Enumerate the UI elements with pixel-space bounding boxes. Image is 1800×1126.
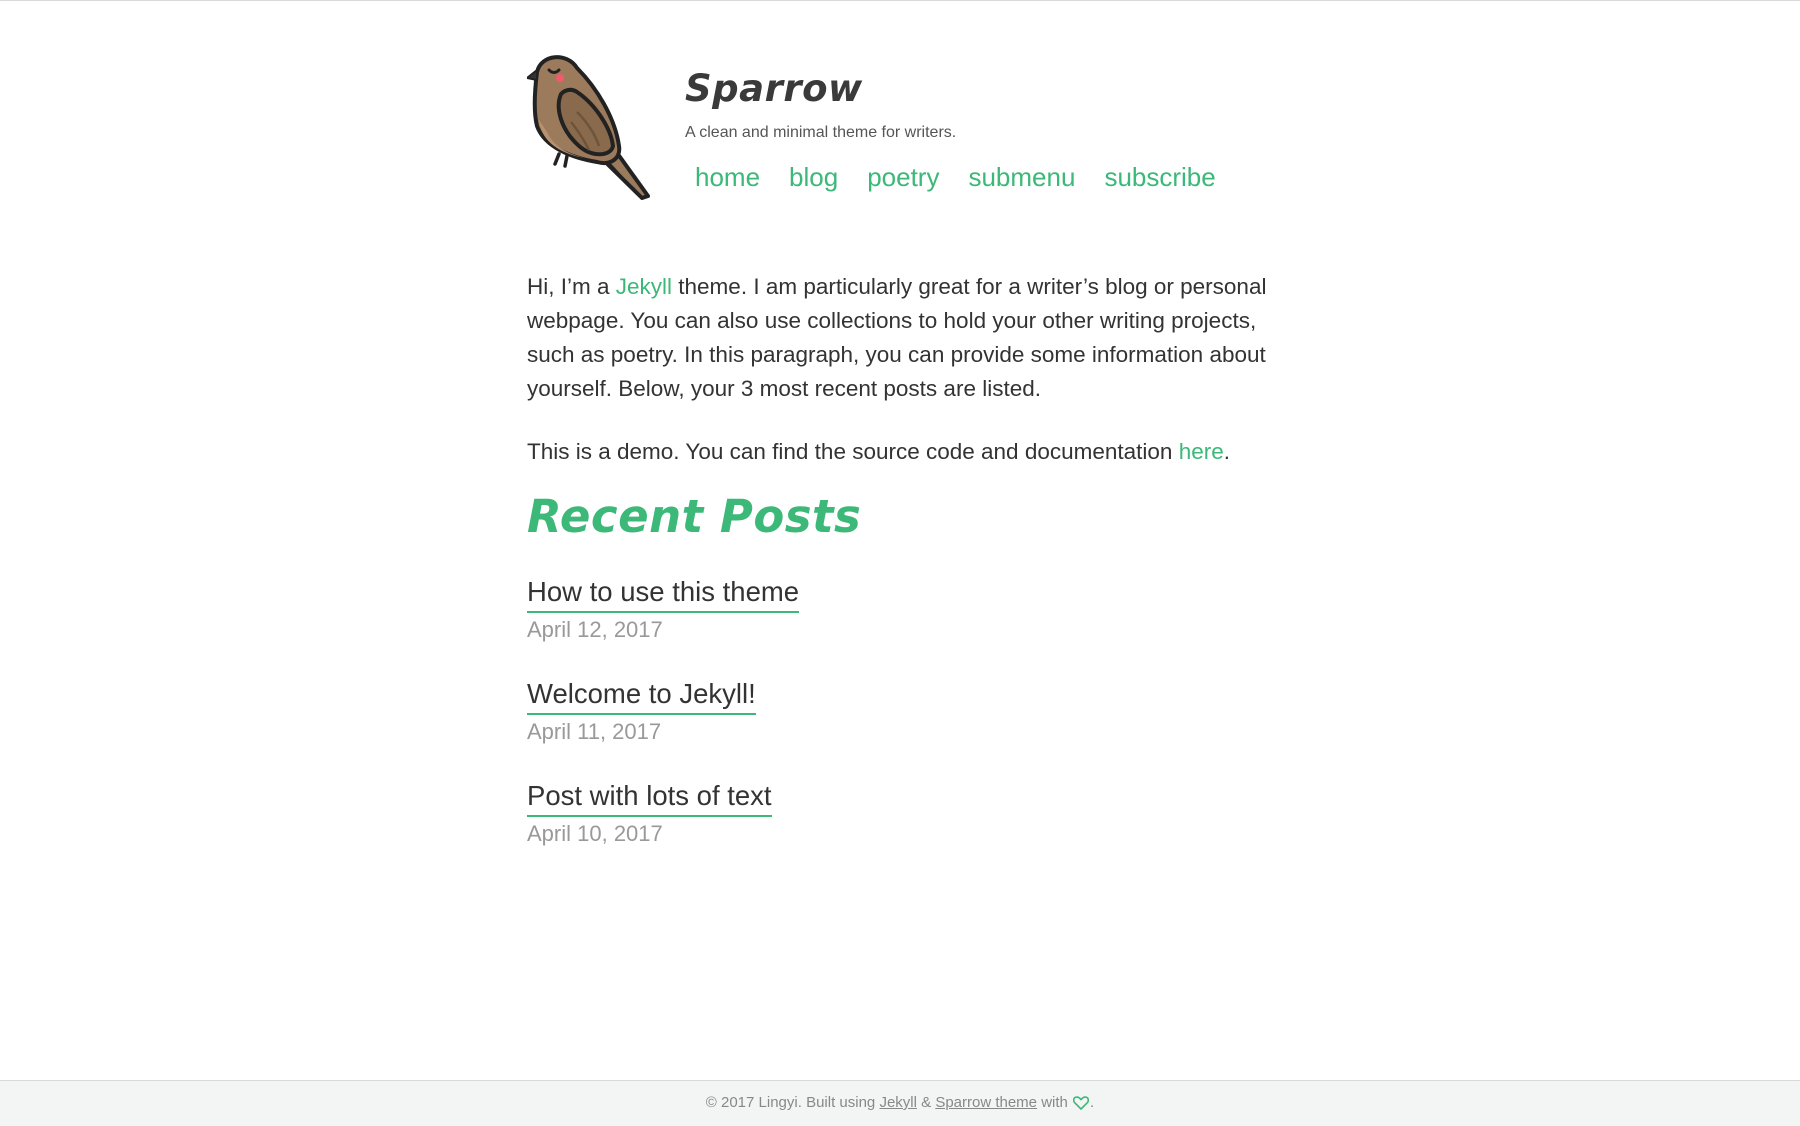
footer-with-text: with — [1037, 1094, 1073, 1111]
demo-text: This is a demo. You can find the source … — [527, 439, 1179, 464]
footer-copyright: © 2017 Lingyi. Built using — [705, 1094, 880, 1111]
nav-link-submenu[interactable]: submenu — [968, 162, 1075, 193]
site-footer: © 2017 Lingyi. Built using Jekyll & Spar… — [0, 1080, 1800, 1126]
intro-paragraph: Hi, I’m a Jekyll theme. I am particularl… — [527, 270, 1277, 406]
footer-end: . — [1090, 1094, 1095, 1111]
nav-link-blog[interactable]: blog — [789, 162, 838, 193]
demo-paragraph: This is a demo. You can find the source … — [527, 435, 1277, 469]
nav-link-home[interactable]: home — [695, 162, 760, 193]
recent-posts-heading: Recent Posts — [527, 490, 862, 543]
list-item: How to use this theme April 12, 2017 — [527, 573, 1277, 675]
site-tagline: A clean and minimal theme for writers. — [685, 124, 957, 141]
post-date: April 11, 2017 — [527, 719, 662, 744]
list-item: Post with lots of text April 10, 2017 — [527, 777, 1277, 879]
jekyll-link[interactable]: Jekyll — [616, 274, 672, 299]
footer-theme-link[interactable]: Sparrow theme — [935, 1094, 1037, 1111]
list-item: Welcome to Jekyll! April 11, 2017 — [527, 675, 1277, 777]
page-container: Sparrow A clean and minimal theme for wr… — [527, 0, 1277, 846]
post-title-link[interactable]: Welcome to Jekyll! — [527, 675, 756, 715]
recent-posts-list: How to use this theme April 12, 2017 Wel… — [527, 573, 1277, 879]
footer-jekyll-link[interactable]: Jekyll — [879, 1094, 917, 1111]
post-title-link[interactable]: Post with lots of text — [527, 777, 772, 817]
source-code-link[interactable]: here — [1179, 439, 1224, 464]
nav-link-subscribe[interactable]: subscribe — [1104, 162, 1215, 193]
site-header: Sparrow A clean and minimal theme for wr… — [527, 0, 1277, 260]
post-date: April 12, 2017 — [527, 617, 663, 642]
main-nav: home blog poetry submenu subscribe — [695, 162, 1216, 193]
nav-link-poetry[interactable]: poetry — [867, 162, 939, 193]
demo-text-end: . — [1223, 439, 1230, 464]
site-title[interactable]: Sparrow — [685, 67, 863, 110]
intro-text-start: Hi, I’m a — [527, 274, 616, 299]
post-title-link[interactable]: How to use this theme — [527, 573, 800, 613]
intro-section: Hi, I’m a Jekyll theme. I am particularl… — [527, 270, 1277, 469]
footer-ampersand: & — [916, 1094, 936, 1111]
post-date: April 10, 2017 — [527, 821, 663, 846]
sparrow-logo-icon[interactable] — [527, 50, 655, 200]
heart-icon — [1073, 1096, 1090, 1110]
